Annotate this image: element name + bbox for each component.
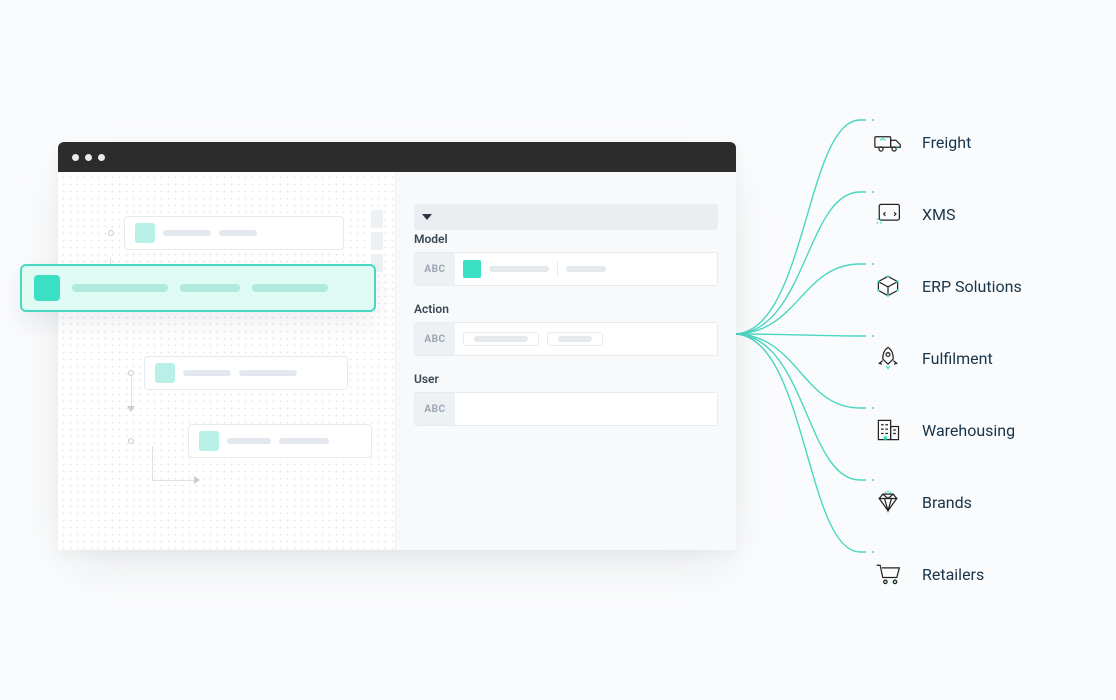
integration-label: XMS (922, 205, 956, 224)
node-thumb (155, 363, 175, 383)
diamond-icon (874, 489, 902, 515)
tree-connector (152, 446, 153, 480)
placeholder-bar (279, 438, 329, 444)
integration-item-erp: ERP Solutions (874, 250, 1022, 322)
integration-item-retailers: Retailers (874, 538, 1022, 610)
field-label: Model (414, 232, 718, 246)
arrow-down-icon (127, 406, 135, 412)
field-action: Action ABC (414, 302, 718, 356)
integration-item-xms: XMS (874, 178, 1022, 250)
cart-icon (874, 561, 902, 587)
integration-label: Warehousing (922, 421, 1015, 440)
value-chip (463, 332, 539, 346)
placeholder-bar (163, 230, 211, 236)
integration-item-fulfilment: Fulfilment (874, 322, 1022, 394)
placeholder-bar (566, 266, 606, 272)
placeholder-bar (180, 284, 240, 292)
integration-label: Brands (922, 493, 972, 512)
placeholder-bar (558, 336, 592, 342)
building-icon (874, 417, 902, 443)
placeholder-bar (219, 230, 257, 236)
placeholder-bar (183, 370, 231, 376)
truck-icon (874, 129, 902, 155)
type-badge: ABC (415, 323, 455, 355)
arrow-right-icon (194, 476, 200, 484)
window-control-dot (72, 154, 79, 161)
divider (557, 262, 558, 276)
cube-icon (874, 273, 902, 299)
properties-panel: Model ABC Action ABC (396, 172, 736, 550)
diagram-canvas: Model ABC Action ABC (6, 8, 1110, 692)
integration-item-brands: Brands (874, 466, 1022, 538)
tree-connector (152, 480, 196, 481)
tree-node[interactable] (188, 424, 383, 458)
chevron-down-icon (422, 214, 432, 220)
type-badge: ABC (415, 393, 455, 425)
panel-disclosure[interactable] (414, 204, 718, 230)
node-dot (128, 438, 134, 444)
window-control-dot (85, 154, 92, 161)
workflow-canvas (58, 172, 396, 550)
placeholder-bar (252, 284, 328, 292)
integration-label: Freight (922, 133, 971, 152)
window-control-dot (98, 154, 105, 161)
placeholder-bar (72, 284, 168, 292)
integration-label: Retailers (922, 565, 984, 584)
app-window: Model ABC Action ABC (58, 142, 736, 550)
field-label: User (414, 372, 718, 386)
integration-label: Fulfilment (922, 349, 993, 368)
node-thumb (199, 431, 219, 451)
integration-item-warehousing: Warehousing (874, 394, 1022, 466)
integration-list: Freight XMS (874, 106, 1022, 610)
node-thumb (34, 275, 60, 301)
selected-workflow-node[interactable] (20, 264, 376, 312)
model-input[interactable]: ABC (414, 252, 718, 286)
tree-node[interactable] (144, 356, 383, 390)
value-chip (547, 332, 603, 346)
workflow-tree (58, 172, 395, 470)
placeholder-bar (227, 438, 271, 444)
field-user: User ABC (414, 372, 718, 426)
field-model: Model ABC (414, 232, 718, 286)
field-label: Action (414, 302, 718, 316)
node-thumb (135, 223, 155, 243)
value-swatch (463, 260, 481, 278)
tree-node[interactable] (124, 216, 383, 250)
node-dot (108, 230, 114, 236)
type-badge: ABC (415, 253, 455, 285)
integration-label: ERP Solutions (922, 277, 1022, 296)
placeholder-bar (474, 336, 528, 342)
integration-item-freight: Freight (874, 106, 1022, 178)
rocket-icon (874, 345, 902, 371)
action-input[interactable]: ABC (414, 322, 718, 356)
code-window-icon (874, 201, 902, 227)
placeholder-bar (489, 266, 549, 272)
placeholder-bar (239, 370, 297, 376)
window-titlebar (58, 142, 736, 172)
user-input[interactable]: ABC (414, 392, 718, 426)
tree-connector (131, 374, 132, 408)
